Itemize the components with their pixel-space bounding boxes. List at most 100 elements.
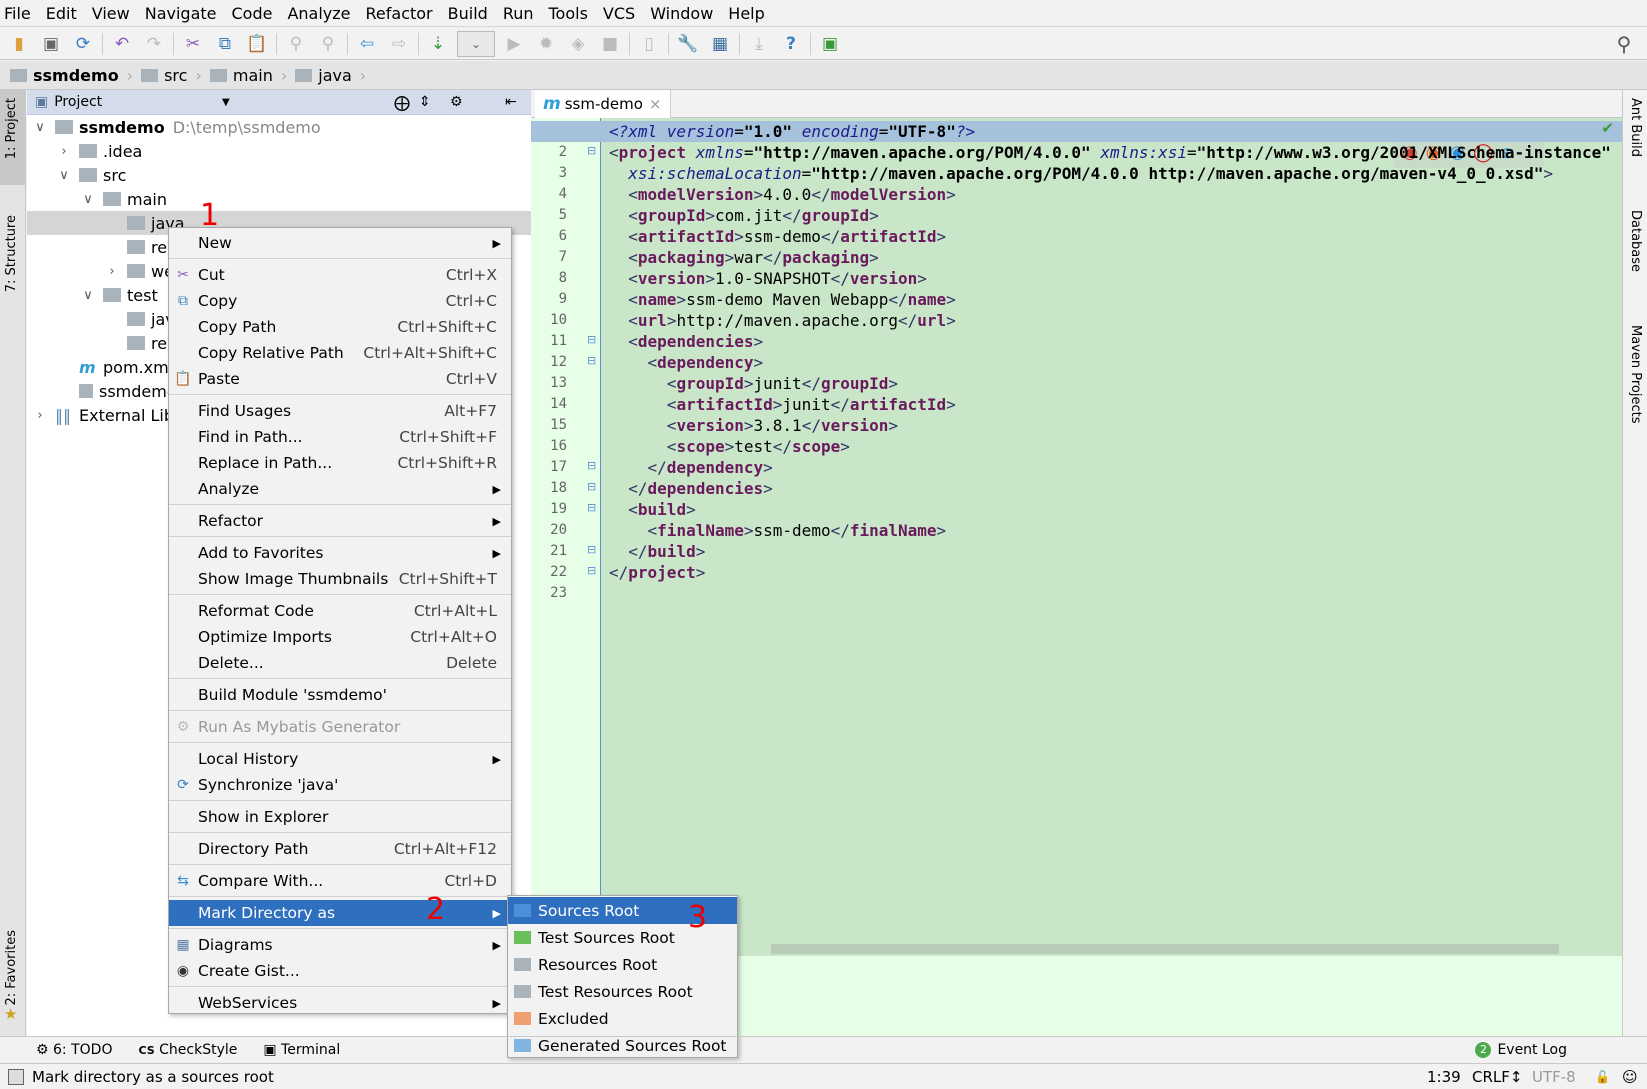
menu-item-show-in-explorer[interactable]: Show in Explorer xyxy=(169,804,511,830)
menu-item-refactor[interactable]: Refactor ▶ xyxy=(169,508,511,534)
project-tool-tab[interactable]: 1: Project xyxy=(4,98,19,159)
fold-marker-icon[interactable]: ⊟ xyxy=(587,564,596,577)
menu-vcs[interactable]: VCS xyxy=(603,4,635,23)
menu-navigate[interactable]: Navigate xyxy=(145,4,217,23)
menu-item-local-history[interactable]: Local History ▶ xyxy=(169,746,511,772)
menu-item-copy-path[interactable]: Copy Path Ctrl+Shift+C xyxy=(169,314,511,340)
project-view-title[interactable]: Project xyxy=(54,94,102,110)
collapse-icon[interactable]: ⇕ xyxy=(419,94,431,110)
cut-icon[interactable]: ✂ xyxy=(180,31,206,57)
run-icon[interactable]: ▶ xyxy=(501,31,527,57)
menu-window[interactable]: Window xyxy=(650,4,713,23)
menu-code[interactable]: Code xyxy=(232,4,273,23)
menu-item-add-to-favorites[interactable]: Add to Favorites ▶ xyxy=(169,540,511,566)
breadcrumb-item[interactable]: main › xyxy=(209,66,287,85)
paste-icon[interactable]: 📋 xyxy=(244,31,270,57)
fold-marker-icon[interactable]: ⊟ xyxy=(587,144,596,157)
event-log-tool-tab[interactable]: 2 Event Log xyxy=(1475,1042,1567,1058)
menu-item-copy[interactable]: ⧉ Copy Ctrl+C xyxy=(169,288,511,314)
menu-item-delete[interactable]: Delete... Delete xyxy=(169,650,511,676)
menu-item-find-usages[interactable]: Find Usages Alt+F7 xyxy=(169,398,511,424)
breadcrumb-item[interactable]: ssmdemo › xyxy=(10,66,133,85)
open-icon[interactable]: ▮ xyxy=(6,31,32,57)
todo-tool-tab[interactable]: ⚙ 6: TODO xyxy=(36,1042,112,1058)
favorites-tool-tab[interactable]: 2: Favorites xyxy=(4,930,19,1006)
chevron-right-icon[interactable]: › xyxy=(105,264,119,279)
submenu-item-resources-root[interactable]: Resources Root xyxy=(508,951,737,978)
menu-tools[interactable]: Tools xyxy=(549,4,588,23)
back-icon[interactable]: ⇦ xyxy=(354,31,380,57)
menu-item-new[interactable]: New ▶ xyxy=(169,230,511,256)
fold-marker-icon[interactable]: ⊟ xyxy=(587,354,596,367)
menu-build[interactable]: Build xyxy=(448,4,488,23)
maven-projects-tool-tab[interactable]: Maven Projects xyxy=(1628,325,1643,424)
fold-marker-icon[interactable]: ⊟ xyxy=(587,543,596,556)
redo-icon[interactable]: ↷ xyxy=(141,31,167,57)
menu-item-show-image-thumbnails[interactable]: Show Image Thumbnails Ctrl+Shift+T xyxy=(169,566,511,592)
menu-edit[interactable]: Edit xyxy=(46,4,77,23)
save-icon[interactable]: ▣ xyxy=(38,31,64,57)
breadcrumb-item[interactable]: java › xyxy=(295,66,366,85)
ant-build-tool-tab[interactable]: Ant Build xyxy=(1628,98,1643,157)
sync-icon[interactable]: ⟳ xyxy=(70,31,96,57)
menu-item-replace-in-path[interactable]: Replace in Path... Ctrl+Shift+R xyxy=(169,450,511,476)
device-icon[interactable]: ▯ xyxy=(636,31,662,57)
menu-item-analyze[interactable]: Analyze ▶ xyxy=(169,476,511,502)
chevron-right-icon[interactable]: › xyxy=(57,144,71,159)
menu-item-copy-relative-path[interactable]: Copy Relative Path Ctrl+Alt+Shift+C xyxy=(169,340,511,366)
terminal-tool-tab[interactable]: ▣ Terminal xyxy=(263,1042,340,1058)
copy-icon[interactable]: ⧉ xyxy=(212,31,238,57)
chevron-down-icon[interactable]: ∨ xyxy=(57,168,71,183)
find-icon[interactable]: ⚲ xyxy=(283,31,309,57)
tool-windows-icon[interactable] xyxy=(8,1068,24,1085)
menu-item-find-in-path[interactable]: Find in Path... Ctrl+Shift+F xyxy=(169,424,511,450)
menu-item-mark-directory-as[interactable]: Mark Directory as ▶ xyxy=(169,900,511,926)
replace-icon[interactable]: ⚲ xyxy=(315,31,341,57)
menu-item-cut[interactable]: ✂ Cut Ctrl+X xyxy=(169,262,511,288)
chevron-down-icon[interactable]: ∨ xyxy=(81,288,95,303)
caret-position[interactable]: 1:39 xyxy=(1427,1068,1461,1086)
chevron-down-icon[interactable]: ∨ xyxy=(33,120,47,135)
tree-item[interactable]: ∨ src xyxy=(27,163,531,187)
menu-refactor[interactable]: Refactor xyxy=(366,4,433,23)
close-icon[interactable]: × xyxy=(649,95,662,113)
line-separator[interactable]: CRLF↕ xyxy=(1472,1068,1522,1086)
chevron-down-icon[interactable]: ∨ xyxy=(81,192,95,207)
menu-run[interactable]: Run xyxy=(503,4,534,23)
structure-tool-tab[interactable]: 7: Structure xyxy=(4,215,19,292)
tree-item[interactable]: › .idea xyxy=(27,139,531,163)
menu-item-reformat-code[interactable]: Reformat Code Ctrl+Alt+L xyxy=(169,598,511,624)
sdk-icon[interactable]: ▣ xyxy=(817,31,843,57)
menu-item-optimize-imports[interactable]: Optimize Imports Ctrl+Alt+O xyxy=(169,624,511,650)
forward-icon[interactable]: ⇨ xyxy=(386,31,412,57)
build-icon[interactable]: ⇣ xyxy=(425,31,451,57)
fold-marker-icon[interactable]: ⊟ xyxy=(587,501,596,514)
locate-icon[interactable]: ⨁ xyxy=(394,93,410,112)
debug-icon[interactable]: ✹ xyxy=(533,31,559,57)
tab-ssm-demo[interactable]: m ssm-demo × xyxy=(535,90,671,118)
tree-item[interactable]: ∨ main xyxy=(27,187,531,211)
view-dropdown-icon[interactable]: ▼ xyxy=(222,97,230,108)
inspector-icon[interactable]: ☺ xyxy=(1622,1068,1638,1086)
chevron-right-icon[interactable]: › xyxy=(33,408,47,423)
database-tool-tab[interactable]: Database xyxy=(1628,210,1643,272)
menu-item-directory-path[interactable]: Directory Path Ctrl+Alt+F12 xyxy=(169,836,511,862)
submenu-item-test-resources-root[interactable]: Test Resources Root xyxy=(508,978,737,1005)
project-structure-icon[interactable]: ▦ xyxy=(707,31,733,57)
fold-marker-icon[interactable]: ⊟ xyxy=(587,333,596,346)
download-icon[interactable]: ⤓ xyxy=(746,31,772,57)
menu-file[interactable]: File xyxy=(4,4,31,23)
menu-item-paste[interactable]: 📋 Paste Ctrl+V xyxy=(169,366,511,392)
menu-item-build-module-ssmdemo[interactable]: Build Module 'ssmdemo' xyxy=(169,682,511,708)
file-encoding[interactable]: UTF-8 xyxy=(1532,1068,1576,1086)
lock-icon[interactable]: 🔓 xyxy=(1595,1070,1610,1084)
menu-item-webservices[interactable]: WebServices ▶ xyxy=(169,990,511,1016)
menu-item-synchronize-java[interactable]: ⟳ Synchronize 'java' xyxy=(169,772,511,798)
menu-help[interactable]: Help xyxy=(728,4,764,23)
fold-marker-icon[interactable]: ⊟ xyxy=(587,480,596,493)
run-config-dropdown[interactable]: ⌄ xyxy=(457,30,495,57)
checkstyle-tool-tab[interactable]: CS CheckStyle xyxy=(138,1042,237,1058)
breadcrumb-item[interactable]: src › xyxy=(141,66,202,85)
submenu-item-excluded[interactable]: Excluded xyxy=(508,1005,737,1032)
tree-item[interactable]: ∨ ssmdemo D:\temp\ssmdemo xyxy=(27,115,531,139)
